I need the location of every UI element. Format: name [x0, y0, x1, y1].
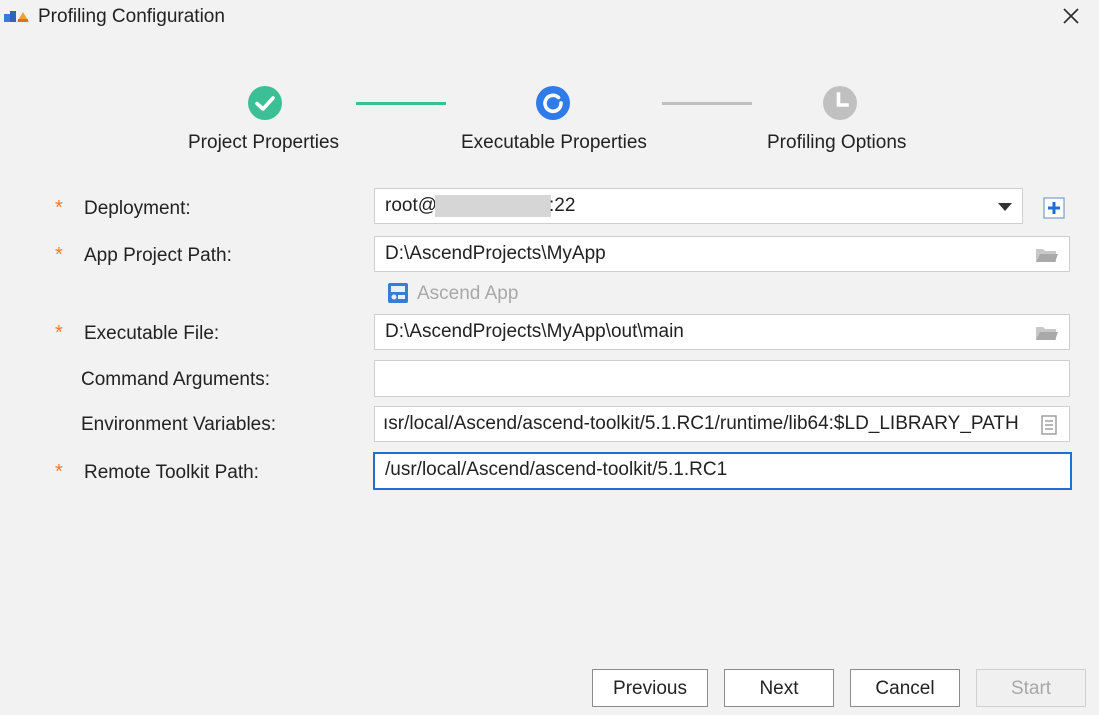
executable-file-value: D:\AscendProjects\MyApp\out\main — [385, 321, 684, 342]
app-project-path-label: App Project Path: — [84, 245, 232, 266]
folder-icon[interactable] — [1035, 324, 1059, 342]
ascend-app-label: Ascend App — [417, 283, 519, 304]
check-circle-icon — [248, 86, 282, 120]
step-label-profiling-options: Profiling Options — [767, 132, 907, 153]
environment-variables-label: Environment Variables: — [81, 414, 277, 435]
masked-host — [435, 194, 552, 217]
deployment-value-prefix: root@ — [385, 195, 438, 216]
step-label-executable-properties: Executable Properties — [461, 132, 647, 153]
required-mark: * — [55, 244, 63, 266]
refresh-circle-icon — [536, 86, 570, 120]
app-project-path-field[interactable]: D:\AscendProjects\MyApp — [374, 236, 1070, 272]
environment-variables-field[interactable]: ısr/local/Ascend/ascend-toolkit/5.1.RC1/… — [374, 406, 1070, 442]
remote-toolkit-path-label: Remote Toolkit Path: — [84, 462, 259, 483]
executable-file-field[interactable]: D:\AscendProjects\MyApp\out\main — [374, 314, 1070, 350]
step-connector-done — [356, 102, 446, 105]
remote-toolkit-path-field[interactable]: /usr/local/Ascend/ascend-toolkit/5.1.RC1 — [373, 452, 1072, 490]
folder-icon[interactable] — [1035, 246, 1059, 264]
title-bar: Profiling Configuration — [0, 0, 1099, 34]
deployment-label: Deployment: — [84, 198, 191, 219]
window-title: Profiling Configuration — [38, 6, 225, 27]
step-label-project-properties: Project Properties — [188, 132, 340, 153]
start-button[interactable]: Start — [976, 669, 1086, 707]
cancel-button[interactable]: Cancel — [850, 669, 960, 707]
deployment-select[interactable]: root@ :22 — [374, 188, 1023, 224]
deployment-value-suffix: :22 — [549, 195, 576, 216]
next-button[interactable]: Next — [724, 669, 834, 707]
remote-toolkit-path-value: /usr/local/Ascend/ascend-toolkit/5.1.RC1 — [385, 459, 728, 480]
required-mark: * — [55, 322, 63, 344]
environment-variables-value: ısr/local/Ascend/ascend-toolkit/5.1.RC1/… — [383, 413, 1019, 434]
ascend-app-icon — [388, 283, 408, 303]
document-icon[interactable] — [1041, 415, 1057, 435]
close-icon[interactable] — [1059, 4, 1083, 28]
chevron-down-icon[interactable] — [998, 203, 1012, 211]
executable-file-label: Executable File: — [84, 323, 220, 344]
app-project-path-value: D:\AscendProjects\MyApp — [385, 243, 606, 264]
clock-circle-icon — [823, 86, 857, 120]
step-connector-pending — [662, 102, 752, 105]
previous-button[interactable]: Previous — [592, 669, 708, 707]
required-mark: * — [55, 461, 63, 483]
command-arguments-field[interactable] — [374, 360, 1070, 397]
plus-square-icon[interactable] — [1043, 197, 1065, 219]
command-arguments-label: Command Arguments: — [81, 369, 271, 390]
required-mark: * — [55, 197, 63, 219]
app-logo-icon — [4, 11, 29, 22]
